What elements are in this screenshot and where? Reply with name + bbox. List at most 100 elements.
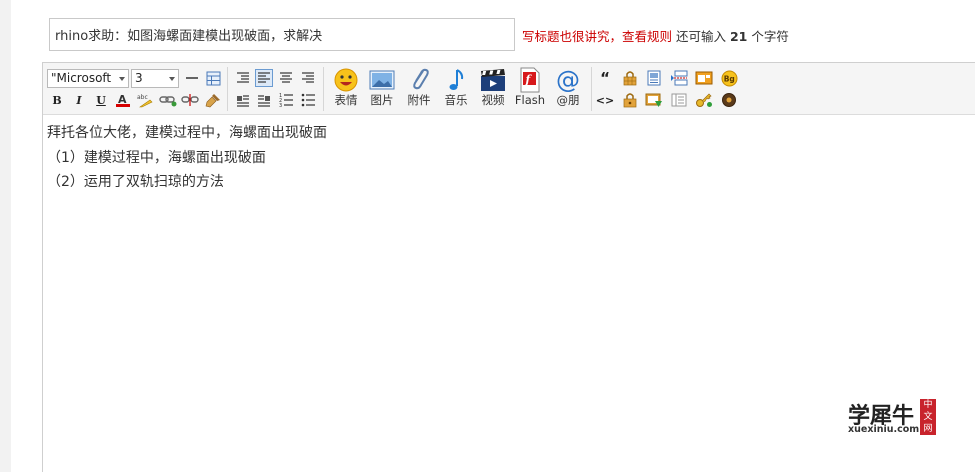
left-strip — [0, 0, 11, 472]
text-color-icon: A — [116, 93, 130, 107]
unlink-button[interactable] — [181, 91, 199, 109]
index-button[interactable] — [670, 91, 688, 109]
highlight-button[interactable]: abc — [136, 91, 154, 109]
download-image-button[interactable] — [645, 91, 663, 109]
align-left-button[interactable] — [255, 69, 273, 87]
free-content-button[interactable] — [645, 69, 663, 87]
key-icon — [696, 93, 712, 107]
font-family-value: "Microsoft — [51, 71, 112, 85]
svg-text:3: 3 — [279, 103, 282, 107]
image-float-right-button[interactable] — [255, 91, 273, 109]
svg-text:@: @ — [556, 67, 580, 93]
hide-content-button[interactable] — [621, 69, 639, 87]
image-download-icon — [645, 93, 662, 107]
content-line: 拜托各位大佬，建模过程中，海螺面出现破面 — [47, 125, 327, 141]
paperclip-icon — [406, 67, 432, 93]
unlink-icon — [181, 94, 199, 106]
image-float-right-icon — [258, 95, 270, 107]
password-button[interactable] — [695, 91, 713, 109]
code-button[interactable]: <> — [596, 91, 614, 109]
horizontal-rule-button[interactable] — [183, 69, 201, 87]
title-hint-prefix: 还可输入 — [672, 29, 730, 44]
image-button-label: 图片 — [370, 93, 394, 107]
locked-grid-icon — [623, 71, 637, 86]
bg-color-button[interactable]: Bg — [720, 69, 738, 87]
image-button[interactable]: 图片 — [367, 67, 397, 113]
mention-button[interactable]: @ @朋 — [553, 67, 583, 113]
image-float-left-icon — [237, 95, 249, 107]
quote-button[interactable]: “ — [596, 69, 614, 87]
watermark-logo: 学犀牛 xuexiniu.com 中文网 — [842, 397, 942, 439]
unordered-list-button[interactable] — [299, 91, 317, 109]
image-float-left-button[interactable] — [234, 91, 252, 109]
title-hint-suffix: 个字符 — [747, 29, 789, 44]
font-size-select[interactable]: 3 — [131, 69, 179, 88]
attachment-button-label: 附件 — [407, 93, 431, 107]
editor-content[interactable]: 拜托各位大佬，建模过程中，海螺面出现破面 （1）建模过程中，海螺面出现破面 （2… — [47, 121, 967, 195]
emoji-button[interactable]: 表情 — [331, 67, 361, 113]
flash-icon: f — [517, 67, 543, 93]
record-icon — [722, 93, 736, 107]
window-icon — [695, 71, 713, 85]
sound-button[interactable] — [720, 91, 738, 109]
watermark-badge: 中文网 — [920, 399, 936, 435]
chevron-down-icon — [119, 77, 125, 81]
unordered-list-icon — [301, 93, 315, 107]
pagebreak-button[interactable] — [670, 69, 688, 87]
table-button[interactable] — [204, 69, 222, 87]
link-button[interactable] — [159, 91, 177, 109]
lock-button[interactable] — [621, 91, 639, 109]
align-right-button[interactable] — [299, 69, 317, 87]
align-center-icon — [280, 72, 292, 83]
background-button[interactable] — [695, 69, 713, 87]
title-input[interactable] — [49, 18, 515, 51]
table-icon — [206, 71, 220, 85]
underline-button[interactable]: U — [92, 91, 110, 109]
watermark-domain: xuexiniu.com — [848, 424, 920, 435]
lock-icon — [623, 93, 637, 108]
page-break-icon — [671, 70, 688, 86]
title-rules-link[interactable]: 写标题也很讲究，查看规则 — [522, 29, 672, 44]
chevron-down-icon — [169, 77, 175, 81]
video-button[interactable]: 视频 — [478, 67, 508, 113]
content-line: （2）运用了双轨扫琼的方法 — [47, 174, 224, 190]
at-icon: @ — [555, 67, 581, 93]
remaining-count: 21 — [729, 29, 748, 44]
font-family-select[interactable]: "Microsoft — [47, 69, 129, 88]
flash-button[interactable]: f Flash — [515, 67, 545, 113]
document-icon — [647, 70, 661, 86]
font-size-value: 3 — [135, 71, 143, 85]
image-icon — [369, 67, 395, 93]
emoji-icon — [333, 67, 359, 93]
ordered-list-icon: 123 — [279, 93, 293, 107]
music-button[interactable]: 音乐 — [441, 67, 471, 113]
toolbar-separator — [323, 67, 324, 111]
ordered-list-button[interactable]: 123 — [277, 91, 295, 109]
content-line: （1）建模过程中，海螺面出现破面 — [47, 149, 266, 166]
bold-button[interactable]: B — [48, 91, 66, 109]
title-hint: 写标题也很讲究，查看规则 还可输入 21 个字符 — [522, 26, 789, 45]
index-icon — [671, 93, 687, 107]
clear-format-button[interactable] — [204, 91, 222, 109]
brush-icon — [205, 94, 220, 108]
toolbar-separator — [591, 67, 592, 111]
align-left-icon — [258, 72, 270, 83]
text-color-button[interactable]: A — [114, 91, 132, 109]
mention-button-label: @朋 — [556, 93, 580, 107]
flash-button-label: Flash — [514, 93, 546, 107]
toolbar-separator — [227, 67, 228, 111]
music-icon — [443, 67, 469, 93]
attachment-button[interactable]: 附件 — [404, 67, 434, 113]
svg-text:abc: abc — [137, 94, 148, 101]
link-icon — [159, 96, 177, 107]
music-button-label: 音乐 — [444, 93, 468, 107]
horizontal-rule-icon — [186, 77, 198, 79]
bg-badge-text: Bg — [723, 74, 734, 83]
italic-button[interactable]: I — [70, 91, 88, 109]
float-left-button[interactable] — [234, 69, 252, 87]
rich-text-editor: "Microsoft 3 B I U A abc 1 2 3 表情 图片 附件 … — [42, 62, 975, 472]
highlight-icon: abc — [137, 94, 153, 108]
align-center-button[interactable] — [277, 69, 295, 87]
align-right-icon — [302, 72, 314, 83]
align-float-left-icon — [237, 72, 249, 83]
